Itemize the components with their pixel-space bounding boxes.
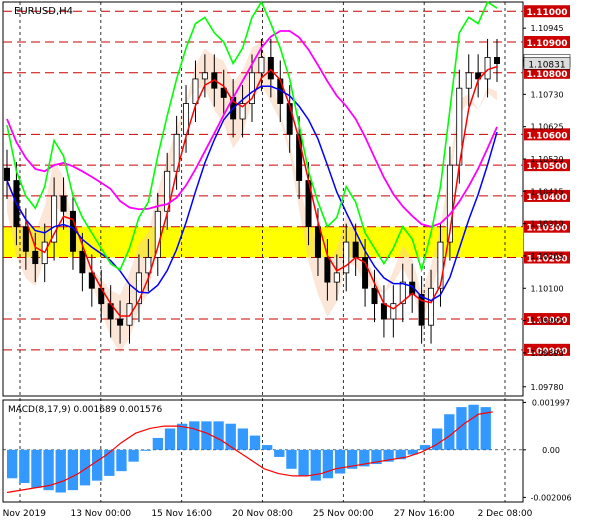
x-tick-label: 25 Nov 00:00 <box>313 509 374 519</box>
macd-bar <box>7 449 18 479</box>
macd-bar <box>322 449 334 479</box>
candle-body <box>465 72 472 89</box>
x-tick-label: 27 Nov 16:00 <box>394 509 455 519</box>
level-label: 1.10600 <box>527 131 568 141</box>
macd-bar <box>104 449 115 476</box>
macd-y-tick-label: 0.00 <box>542 446 560 455</box>
price-label: 1.10831 <box>528 60 565 70</box>
candle-body <box>371 287 378 305</box>
candle-body <box>333 272 340 283</box>
level-label: 1.10900 <box>527 39 568 49</box>
macd-bar <box>310 449 321 481</box>
candle-body <box>32 250 39 265</box>
macd-label: MACD(8,17,9) 0.001689 0.001576 <box>8 405 163 415</box>
macd-bar <box>274 449 285 457</box>
y-tick-label: 1.10310 <box>530 220 563 229</box>
candle-body <box>79 250 86 274</box>
candle-body <box>258 57 265 74</box>
candle-body <box>380 303 387 320</box>
candle-body <box>154 210 161 258</box>
y-tick-label: 1.10415 <box>530 187 563 196</box>
y-tick-label: 1.09995 <box>530 317 563 326</box>
candle-body <box>343 241 350 274</box>
macd-bar <box>116 449 127 472</box>
macd-bar <box>189 421 200 450</box>
macd-bar <box>334 449 346 474</box>
macd-bar <box>286 449 297 469</box>
macd-bar <box>164 428 176 450</box>
y-tick-label: 1.10625 <box>530 123 563 132</box>
candle-body <box>494 57 500 64</box>
y-tick-label: 1.10945 <box>530 24 563 33</box>
candle-body <box>484 57 491 80</box>
macd-bar <box>128 449 139 462</box>
candle-body <box>60 195 67 212</box>
macd-bar <box>152 437 164 450</box>
y-tick-label: 1.10100 <box>530 284 563 293</box>
candle-body <box>117 318 124 326</box>
y-tick-label: 1.09890 <box>530 349 563 358</box>
x-tick-label: 2 Dec 08:00 <box>478 509 533 519</box>
chart: 1.110001.109001.108001.106001.105001.104… <box>0 0 595 524</box>
x-tick-label: 8 Nov 2019 <box>0 509 46 519</box>
candle-body <box>69 210 76 252</box>
candle-body <box>201 72 208 80</box>
candle-body <box>4 167 10 181</box>
macd-bar <box>262 445 273 450</box>
y-tick-label: 1.10730 <box>530 90 563 99</box>
y-tick-label: 1.10205 <box>530 252 563 261</box>
x-tick-label: 13 Nov 00:00 <box>70 509 131 519</box>
macd-bar <box>298 449 309 476</box>
macd-bar <box>468 404 479 450</box>
candle-body <box>428 287 435 326</box>
y-tick-label: 1.10520 <box>530 155 563 164</box>
x-tick-label: 20 Nov 08:00 <box>232 509 293 519</box>
macd-bar <box>444 414 455 450</box>
macd-y-tick-label: 0.001997 <box>532 398 570 407</box>
macd-bar <box>79 449 91 486</box>
macd-bar <box>140 449 151 451</box>
macd-bar <box>201 421 212 450</box>
candle-body <box>22 226 29 252</box>
candle-body <box>267 57 274 80</box>
macd-bar <box>67 449 79 491</box>
macd-bar <box>55 449 66 493</box>
level-label: 1.11000 <box>527 8 568 18</box>
x-tick-label: 15 Nov 16:00 <box>151 509 212 519</box>
candle-body <box>390 303 397 320</box>
macd-bar <box>213 421 224 450</box>
macd-bar <box>19 449 30 484</box>
candle-body <box>352 241 359 258</box>
level-label: 1.10800 <box>527 70 568 80</box>
macd-bar <box>92 449 103 481</box>
candle-body <box>324 257 331 283</box>
macd-bar <box>31 449 42 488</box>
macd-bar <box>249 435 261 450</box>
macd-y-tick-label: -0.002006 <box>530 493 571 502</box>
y-tick-label: 1.09780 <box>530 383 563 392</box>
candle-body <box>314 226 321 258</box>
symbol-label: EURUSD,H4 <box>14 6 73 17</box>
macd-bar <box>237 428 249 450</box>
